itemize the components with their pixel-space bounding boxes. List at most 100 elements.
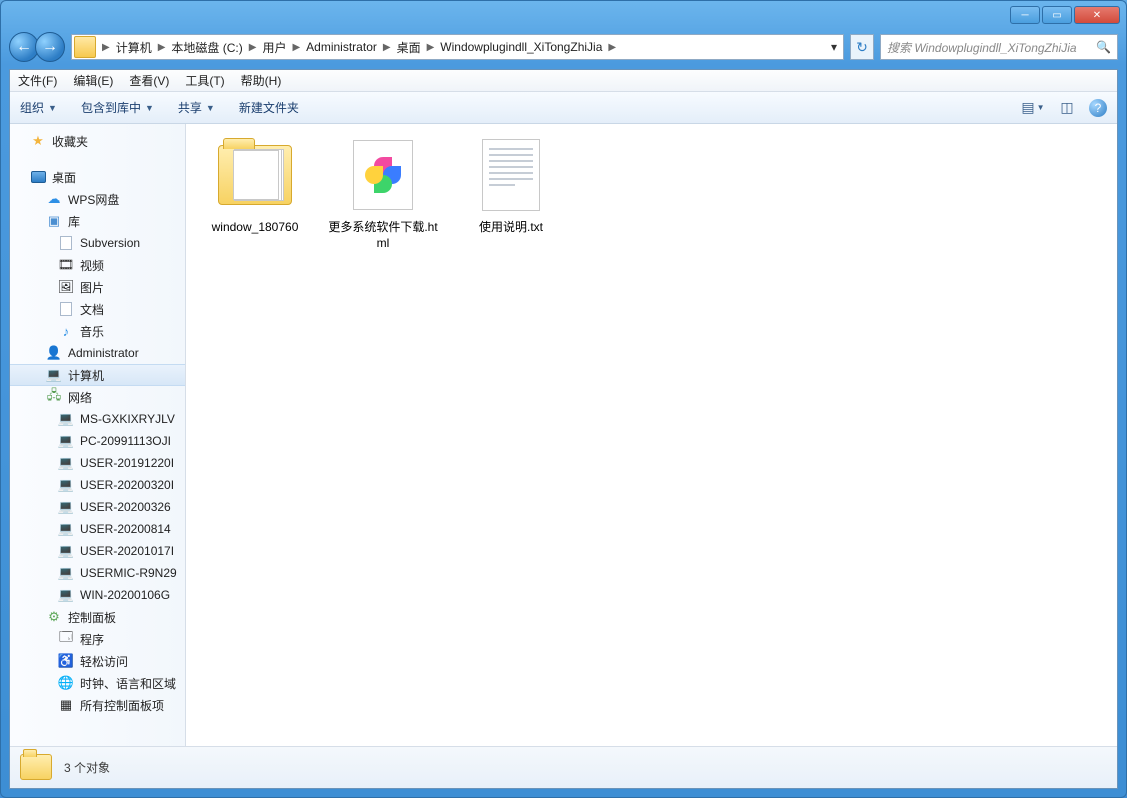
sidebar-network-pc[interactable]: 💻PC-20991113OJI [10,430,185,452]
menu-help[interactable]: 帮助(H) [241,72,282,89]
folder-icon [74,36,96,58]
sidebar-favorites[interactable]: ★ 收藏夹 [10,130,185,152]
sidebar-network-pc[interactable]: 💻 USER-20201017I [10,540,185,562]
sidebar-desktop[interactable]: 桌面 [10,166,185,188]
sidebar-label: 库 [68,213,80,230]
status-bar: 3 个对象 [10,746,1117,788]
chevron-right-icon[interactable]: ▶ [154,42,170,53]
sidebar-cp-all[interactable]: ▦所有控制面板项 [10,694,185,716]
sidebar-network-pc[interactable]: 💻USER-20200814 [10,518,185,540]
sidebar-network[interactable]: 🖧 网络 [10,386,185,408]
address-bar[interactable]: ▶ 计算机 ▶ 本地磁盘 (C:) ▶ 用户 ▶ Administrator ▶… [71,34,844,60]
desktop-icon [31,171,46,183]
sidebar-control-panel[interactable]: ⚙ 控制面板 [10,606,185,628]
toolbar-right: ▤ ▼ ◫ ? [1021,98,1107,118]
chevron-right-icon[interactable]: ▶ [245,42,261,53]
change-view-button[interactable]: ▤ ▼ [1021,98,1045,118]
maximize-button[interactable]: ▭ [1042,6,1072,24]
sidebar-label: USER-20200326 [80,500,171,514]
sidebar-lib-video[interactable]: 🎞 视频 [10,254,185,276]
sidebar-lib-music[interactable]: ♪ 音乐 [10,320,185,342]
sidebar-network-pc[interactable]: 💻USER-20200320I [10,474,185,496]
chevron-right-icon[interactable]: ▶ [98,42,114,53]
breadcrumb-item[interactable]: 桌面 [395,39,423,56]
sidebar-label: 视频 [80,257,104,274]
user-icon: 👤 [46,345,62,361]
search-icon: 🔍 [1096,40,1111,54]
file-item-txt[interactable]: 使用说明.txt [452,136,570,236]
sidebar-network-pc[interactable]: 💻MS-GXKIXRYJLV [10,408,185,430]
status-text: 3 个对象 [64,759,110,776]
share-button[interactable]: 共享 ▼ [178,99,215,116]
computer-icon: 💻 [58,543,74,559]
sidebar-label: USER-20201017I [80,544,174,558]
chevron-right-icon[interactable]: ▶ [288,42,304,53]
forward-button[interactable]: → [35,32,65,62]
sidebar-computer[interactable]: 💻 计算机 [10,364,185,386]
library-icon: ▣ [46,213,62,229]
sidebar-label: MS-GXKIXRYJLV [80,412,175,426]
sidebar-network-pc[interactable]: 💻USER-20191220I [10,452,185,474]
breadcrumb-item[interactable]: 本地磁盘 (C:) [169,39,244,56]
include-in-library-button[interactable]: 包含到库中 ▼ [81,99,154,116]
sidebar-label: 轻松访问 [80,653,128,670]
sidebar-administrator[interactable]: 👤 Administrator [10,342,185,364]
help-button[interactable]: ? [1089,99,1107,117]
search-box[interactable]: 搜索 Windowplugindll_XiTongZhiJia 🔍 [880,34,1118,60]
sidebar-label: 收藏夹 [52,133,88,150]
pinwheel-icon [365,157,401,193]
breadcrumb-item[interactable]: Administrator [304,40,379,54]
close-button[interactable]: ✕ [1074,6,1120,24]
sidebar-label: 音乐 [80,323,104,340]
sidebar-wps[interactable]: ☁ WPS网盘 [10,188,185,210]
file-item-folder[interactable]: window_180760 [196,136,314,236]
refresh-icon: ↻ [856,39,868,56]
sidebar-network-pc[interactable]: 💻WIN-20200106G [10,584,185,606]
sidebar-network-pc[interactable]: 💻USER-20200326 [10,496,185,518]
sidebar-label: USER-20200814 [80,522,171,536]
menu-view[interactable]: 查看(V) [129,72,169,89]
minimize-button[interactable]: ─ [1010,6,1040,24]
breadcrumb-item[interactable]: Windowplugindll_XiTongZhiJia [438,40,604,54]
explorer-body: ★ 收藏夹 桌面 ☁ WPS网盘 ▣ 库 Subv [10,124,1117,746]
sidebar-cp-region[interactable]: 🌐时钟、语言和区域 [10,672,185,694]
clock-icon: 🌐 [58,675,74,691]
inner-frame: 文件(F) 编辑(E) 查看(V) 工具(T) 帮助(H) 组织 ▼ 包含到库中… [9,69,1118,789]
organize-button[interactable]: 组织 ▼ [20,99,57,116]
file-view[interactable]: window_180760 更多系统软件下载.html [186,124,1117,746]
file-item-html[interactable]: 更多系统软件下载.html [324,136,442,251]
file-label: 使用说明.txt [479,220,543,236]
sidebar-lib-subversion[interactable]: Subversion [10,232,185,254]
sidebar-cp-ease[interactable]: ♿轻松访问 [10,650,185,672]
menu-tools[interactable]: 工具(T) [185,72,224,89]
chevron-right-icon[interactable]: ▶ [379,42,395,53]
address-dropdown[interactable]: ▾ [825,40,843,54]
preview-pane-button[interactable]: ◫ [1055,98,1079,118]
menu-bar: 文件(F) 编辑(E) 查看(V) 工具(T) 帮助(H) [10,70,1117,92]
computer-icon: 💻 [58,565,74,581]
sidebar-lib-documents[interactable]: 文档 [10,298,185,320]
sidebar-network-pc[interactable]: 💻USERMIC-R9N29 [10,562,185,584]
breadcrumb-item[interactable]: 计算机 [114,39,154,56]
menu-file[interactable]: 文件(F) [18,72,57,89]
document-icon [60,236,72,250]
sidebar-label: 文档 [80,301,104,318]
new-folder-button[interactable]: 新建文件夹 [239,99,299,116]
sidebar-label: USER-20191220I [80,456,174,470]
sidebar-label: 计算机 [68,367,104,384]
sidebar-libraries[interactable]: ▣ 库 [10,210,185,232]
music-icon: ♪ [58,323,74,339]
chevron-right-icon[interactable]: ▶ [604,42,620,53]
document-icon [60,302,72,316]
menu-edit[interactable]: 编辑(E) [73,72,113,89]
command-bar: 组织 ▼ 包含到库中 ▼ 共享 ▼ 新建文件夹 ▤ ▼ ◫ [10,92,1117,124]
sidebar-label: USER-20200320I [80,478,174,492]
star-icon: ★ [30,133,46,149]
breadcrumb-item[interactable]: 用户 [260,39,288,56]
refresh-button[interactable]: ↻ [850,34,874,60]
chevron-down-icon: ▼ [145,103,154,113]
sidebar-lib-pictures[interactable]: 🖼 图片 [10,276,185,298]
chevron-right-icon[interactable]: ▶ [423,42,439,53]
sidebar-cp-programs[interactable]: 🗔程序 [10,628,185,650]
navigation-pane[interactable]: ★ 收藏夹 桌面 ☁ WPS网盘 ▣ 库 Subv [10,124,186,746]
